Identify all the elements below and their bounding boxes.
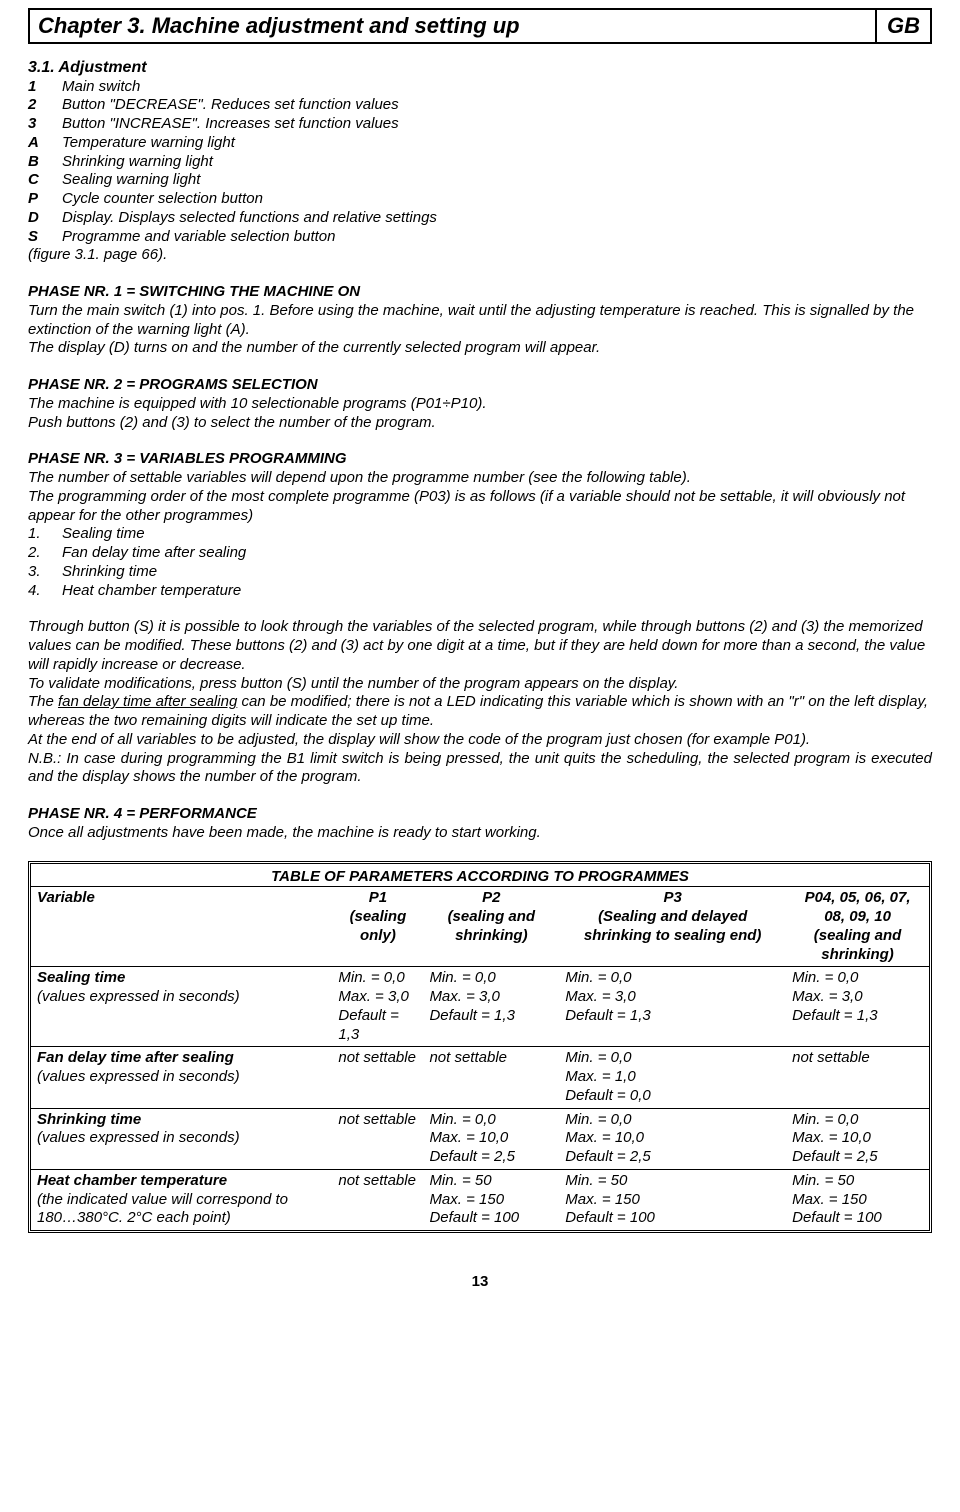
list-item: 1.Sealing time [28, 525, 932, 544]
table-cell: not settable [332, 1169, 423, 1230]
legend-item: ATemperature warning light [28, 134, 932, 153]
phase3-p3: Through button (S) it is possible to loo… [28, 618, 932, 674]
legend-item: PCycle counter selection button [28, 190, 932, 209]
fan-delay-underline: fan delay time after sealing [58, 693, 237, 710]
table-row-label: Shrinking time(values expressed in secon… [31, 1108, 332, 1169]
legend-text: Cycle counter selection button [62, 190, 263, 209]
table-cell: Min. = 50Max. = 150Default = 100 [423, 1169, 559, 1230]
table-cell: Min. = 50Max. = 150Default = 100 [786, 1169, 929, 1230]
table-header-col: P2(sealing and shrinking) [423, 887, 559, 967]
table-cell: not settable [332, 1108, 423, 1169]
legend-key: P [28, 190, 62, 209]
table-cell: Min. = 0,0Max. = 10,0Default = 2,5 [559, 1108, 786, 1169]
legend-text: Programme and variable selection button [62, 228, 336, 247]
phase2-heading: PHASE NR. 2 = PROGRAMS SELECTION [28, 376, 932, 395]
list-item: 2.Fan delay time after sealing [28, 544, 932, 563]
list-text: Shrinking time [62, 563, 157, 582]
table-row-label: Sealing time(values expressed in seconds… [31, 967, 332, 1047]
table-row: Sealing time(values expressed in seconds… [31, 967, 929, 1047]
legend-list: 1Main switch2Button "DECREASE". Reduces … [28, 78, 932, 247]
legend-item: 1Main switch [28, 78, 932, 97]
phase3-p4: To validate modifications, press button … [28, 675, 932, 694]
phase2-p2: Push buttons (2) and (3) to select the n… [28, 414, 932, 433]
parameters-table-title: TABLE OF PARAMETERS ACCORDING TO PROGRAM… [31, 864, 929, 887]
legend-key: D [28, 209, 62, 228]
table-header-col: P04, 05, 06, 07, 08, 09, 10(sealing and … [786, 887, 929, 967]
list-number: 4. [28, 582, 62, 601]
phase1-heading: PHASE NR. 1 = SWITCHING THE MACHINE ON [28, 283, 932, 302]
phase3-p6: At the end of all variables to be adjust… [28, 731, 932, 750]
legend-key: B [28, 153, 62, 172]
phase3-p5: The fan delay time after sealing can be … [28, 693, 932, 731]
phase3-variable-list: 1.Sealing time2.Fan delay time after sea… [28, 525, 932, 600]
table-row: Fan delay time after sealing(values expr… [31, 1047, 929, 1108]
table-cell: not settable [786, 1047, 929, 1108]
phase1-p1: Turn the main switch (1) into pos. 1. Be… [28, 302, 932, 340]
legend-key: 3 [28, 115, 62, 134]
legend-item: 3Button "INCREASE". Increases set functi… [28, 115, 932, 134]
table-header-col: P3(Sealing and delayed shrinking to seal… [559, 887, 786, 967]
legend-text: Display. Displays selected functions and… [62, 209, 437, 228]
legend-item: SProgramme and variable selection button [28, 228, 932, 247]
legend-key: A [28, 134, 62, 153]
legend-item: BShrinking warning light [28, 153, 932, 172]
legend-text: Shrinking warning light [62, 153, 213, 172]
legend-text: Main switch [62, 78, 140, 97]
table-row: Shrinking time(values expressed in secon… [31, 1108, 929, 1169]
phase2-p1: The machine is equipped with 10 selectio… [28, 395, 932, 414]
table-cell: Min. = 0,0Max. = 10,0Default = 2,5 [786, 1108, 929, 1169]
phase3-nb: N.B.: In case during programming the B1 … [28, 750, 932, 788]
legend-key: 1 [28, 78, 62, 97]
list-number: 3. [28, 563, 62, 582]
phase3-p1: The number of settable variables will de… [28, 469, 932, 488]
table-header-variable: Variable [31, 887, 332, 967]
legend-item: 2Button "DECREASE". Reduces set function… [28, 96, 932, 115]
table-row: Heat chamber temperature(the indicated v… [31, 1169, 929, 1230]
chapter-header: Chapter 3. Machine adjustment and settin… [28, 8, 932, 44]
legend-key: C [28, 171, 62, 190]
legend-text: Button "DECREASE". Reduces set function … [62, 96, 399, 115]
table-cell: Min. = 0,0Max. = 3,0Default = 1,3 [559, 967, 786, 1047]
phase1-p2: The display (D) turns on and the number … [28, 339, 932, 358]
section-title: 3.1. Adjustment [28, 58, 932, 78]
language-badge: GB [876, 9, 931, 43]
table-cell: Min. = 0,0Max. = 10,0Default = 2,5 [423, 1108, 559, 1169]
table-cell: not settable [332, 1047, 423, 1108]
table-cell: Min. = 0,0Max. = 3,0Default = 1,3 [786, 967, 929, 1047]
list-item: 3.Shrinking time [28, 563, 932, 582]
parameters-table: TABLE OF PARAMETERS ACCORDING TO PROGRAM… [28, 861, 932, 1234]
legend-text: Temperature warning light [62, 134, 235, 153]
phase4-heading: PHASE NR. 4 = PERFORMANCE [28, 805, 932, 824]
phase3-heading: PHASE NR. 3 = VARIABLES PROGRAMMING [28, 450, 932, 469]
page-number: 13 [28, 1273, 932, 1292]
legend-key: 2 [28, 96, 62, 115]
table-cell: Min. = 0,0Max. = 1,0Default = 0,0 [559, 1047, 786, 1108]
legend-text: Button "INCREASE". Increases set functio… [62, 115, 399, 134]
legend-item: CSealing warning light [28, 171, 932, 190]
table-header-col: P1(sealing only) [332, 887, 423, 967]
table-cell: Min. = 50Max. = 150Default = 100 [559, 1169, 786, 1230]
table-cell: Min. = 0,0Max. = 3,0Default = 1,3 [332, 967, 423, 1047]
list-item: 4.Heat chamber temperature [28, 582, 932, 601]
legend-text: Sealing warning light [62, 171, 200, 190]
table-cell: Min. = 0,0Max. = 3,0Default = 1,3 [423, 967, 559, 1047]
phase3-p2: The programming order of the most comple… [28, 488, 932, 526]
table-row-label: Fan delay time after sealing(values expr… [31, 1047, 332, 1108]
list-text: Fan delay time after sealing [62, 544, 246, 563]
phase4-p1: Once all adjustments have been made, the… [28, 824, 932, 843]
list-text: Sealing time [62, 525, 145, 544]
table-row-label: Heat chamber temperature(the indicated v… [31, 1169, 332, 1230]
list-number: 2. [28, 544, 62, 563]
list-text: Heat chamber temperature [62, 582, 241, 601]
table-cell: not settable [423, 1047, 559, 1108]
chapter-title: Chapter 3. Machine adjustment and settin… [29, 9, 876, 43]
legend-key: S [28, 228, 62, 247]
figure-note: (figure 3.1. page 66). [28, 246, 932, 265]
legend-item: DDisplay. Displays selected functions an… [28, 209, 932, 228]
list-number: 1. [28, 525, 62, 544]
